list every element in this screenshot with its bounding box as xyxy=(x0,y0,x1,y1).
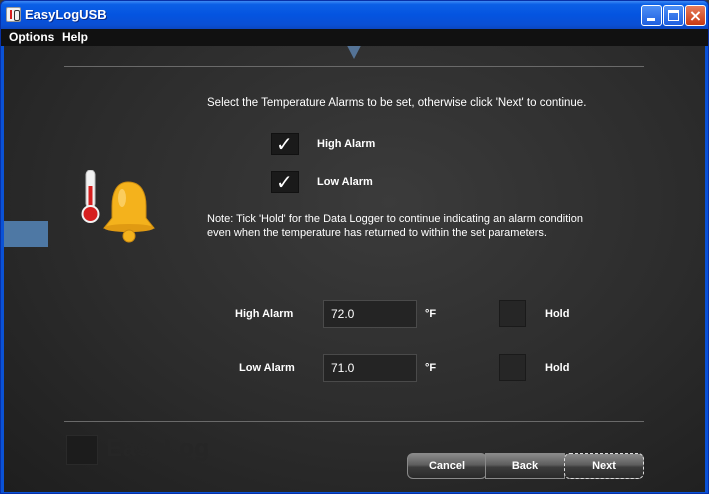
low-alarm-input[interactable] xyxy=(323,354,417,382)
hold-note-text: Note: Tick 'Hold' for the Data Logger to… xyxy=(207,213,583,239)
maximize-button[interactable] xyxy=(663,5,684,26)
low-hold-checkbox[interactable] xyxy=(499,354,526,381)
app-icon[interactable] xyxy=(6,7,21,22)
minimize-icon xyxy=(647,18,655,21)
menu-help[interactable]: Help xyxy=(62,30,88,44)
checkmark-icon: ✓ xyxy=(276,170,293,194)
next-button[interactable]: Next xyxy=(564,453,644,479)
menu-options[interactable]: Options xyxy=(9,30,54,44)
high-hold-checkbox[interactable] xyxy=(499,300,526,327)
low-alarm-checkbox-label[interactable]: Low Alarm xyxy=(317,176,373,188)
side-accent-tab xyxy=(4,221,48,247)
window-title: EasyLogUSB xyxy=(25,7,107,22)
menu-bar: Options Help xyxy=(1,29,708,46)
high-alarm-label: High Alarm xyxy=(235,308,294,320)
divider-bottom xyxy=(64,421,644,422)
high-alarm-unit: °F xyxy=(425,308,437,320)
high-alarm-input[interactable] xyxy=(323,300,417,328)
step-indicator-triangle xyxy=(324,46,384,59)
minimize-button[interactable] xyxy=(641,5,662,26)
easylog-logo: EasyLog xyxy=(66,431,226,471)
close-icon: × xyxy=(688,6,703,25)
low-alarm-checkbox[interactable]: ✓ xyxy=(271,170,299,194)
instruction-text: Select the Temperature Alarms to be set,… xyxy=(207,97,587,109)
low-alarm-label: Low Alarm xyxy=(239,362,295,374)
checkmark-icon: ✓ xyxy=(276,132,293,156)
maximize-icon xyxy=(668,10,679,21)
logo-text: EasyLog xyxy=(106,435,210,462)
high-alarm-checkbox[interactable]: ✓ xyxy=(271,132,299,156)
close-button[interactable]: × xyxy=(685,5,706,26)
back-button[interactable]: Back xyxy=(485,453,565,479)
title-bar[interactable]: EasyLogUSB × xyxy=(1,1,708,29)
divider-top xyxy=(64,66,644,67)
alarm-settings-panel: Select the Temperature Alarms to be set,… xyxy=(4,46,705,492)
app-window: EasyLogUSB × Options Help Select the Tem… xyxy=(0,0,709,494)
high-hold-label[interactable]: Hold xyxy=(545,308,569,320)
low-hold-label[interactable]: Hold xyxy=(545,362,569,374)
logo-cube-icon xyxy=(66,435,98,465)
thermometer-bell-icon xyxy=(81,170,156,243)
high-alarm-checkbox-label[interactable]: High Alarm xyxy=(317,138,375,150)
cancel-button[interactable]: Cancel xyxy=(407,453,487,479)
low-alarm-unit: °F xyxy=(425,362,437,374)
